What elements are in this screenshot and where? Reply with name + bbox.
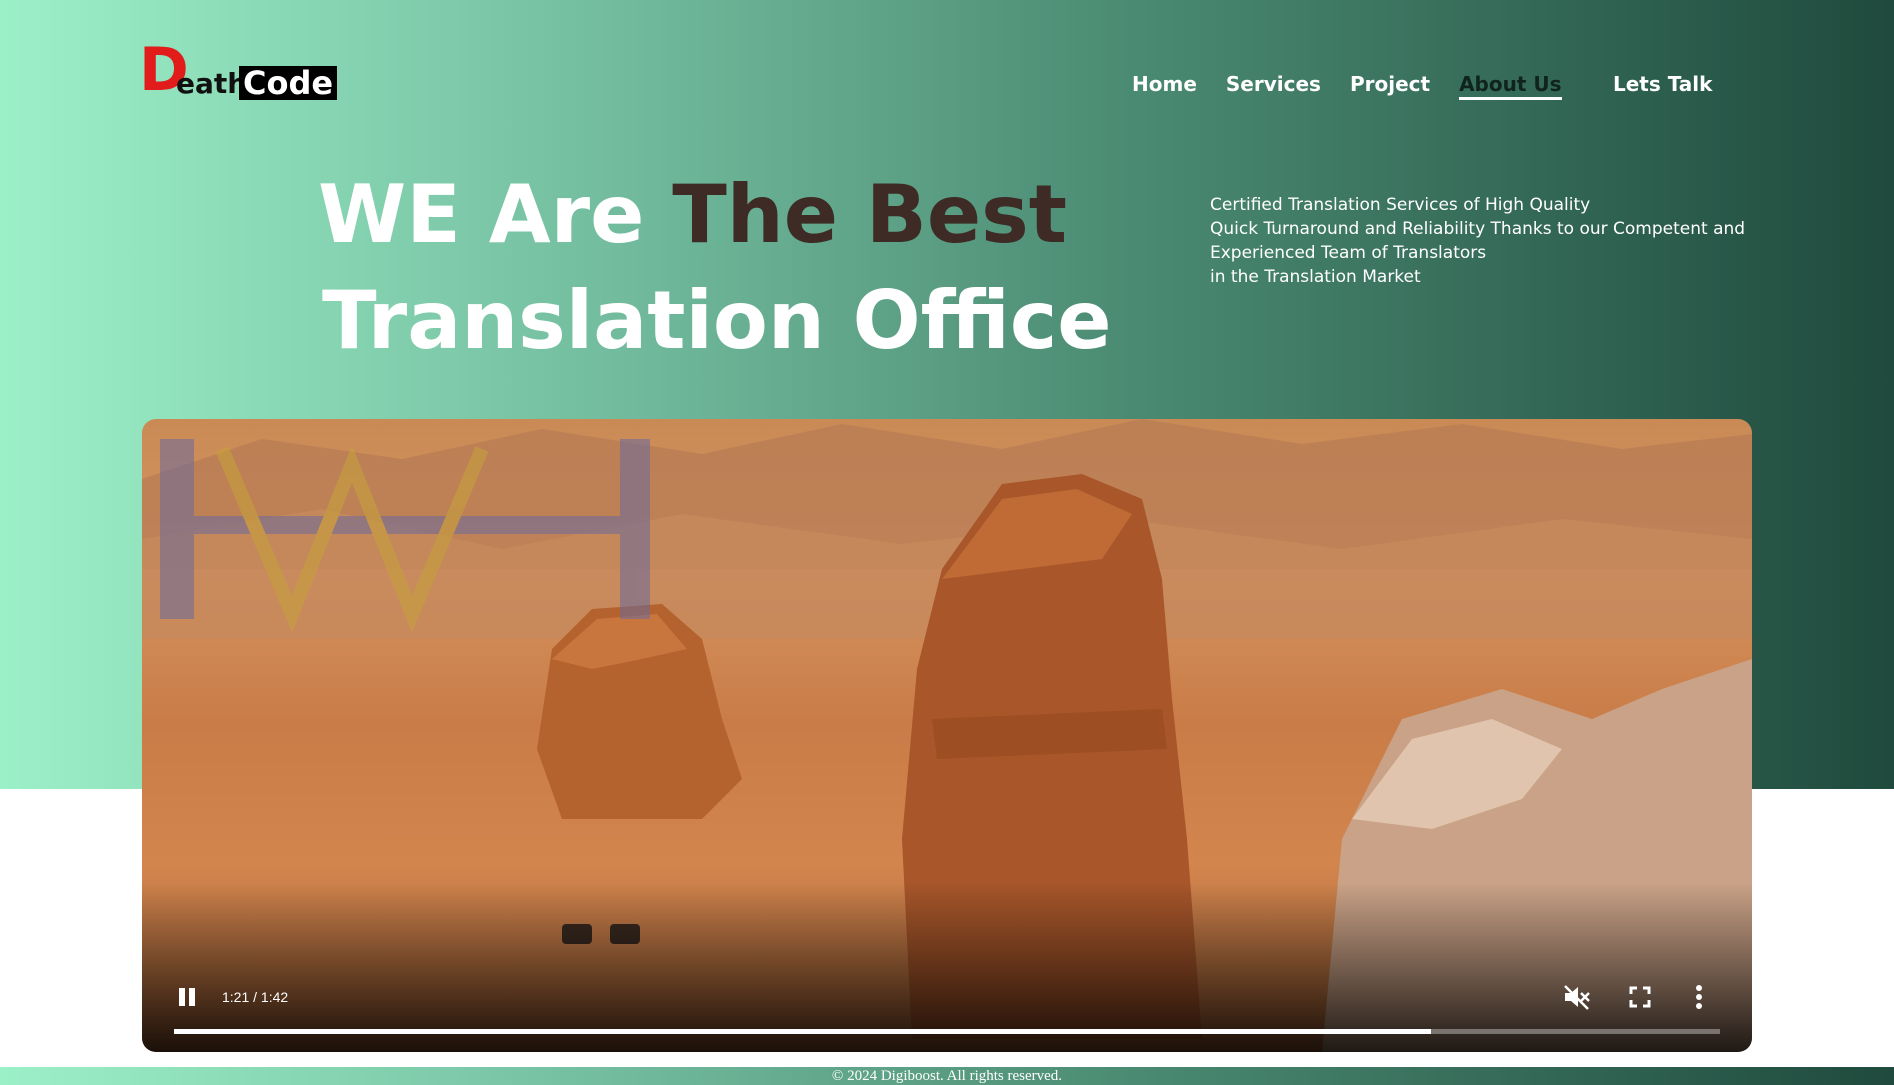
tagline-line: Quick Turnaround and Reliability Thanks … — [1210, 219, 1746, 239]
nav-services-link[interactable]: Services — [1226, 72, 1321, 100]
hero-headline: WE Are The Best Translation Office — [318, 162, 1112, 374]
logo-text-part2: Code — [239, 66, 338, 100]
logo[interactable]: D eath Code — [139, 40, 338, 106]
pause-icon[interactable] — [176, 986, 198, 1008]
volume-muted-icon[interactable] — [1563, 984, 1591, 1010]
hero-tagline: Certified Translation Services of High Q… — [1210, 193, 1750, 289]
video-player[interactable]: 1:21 / 1:42 — [142, 419, 1752, 1052]
footer-copyright: © 2024 Digiboost. All rights reserved. — [831, 1068, 1063, 1084]
tagline-line: Certified Translation Services of High Q… — [1210, 195, 1591, 215]
footer: © 2024 Digiboost. All rights reserved. — [0, 1067, 1894, 1085]
tagline-line: Experienced Team of Translators — [1210, 243, 1487, 263]
headline-part1: WE Are — [318, 168, 673, 261]
nav-project-link[interactable]: Project — [1350, 72, 1430, 100]
video-time: 1:21 / 1:42 — [222, 989, 289, 1005]
main-nav: Home Services Project About Us — [1132, 72, 1562, 100]
tagline-line: in the Translation Market — [1210, 267, 1421, 287]
headline-part2: The Best — [672, 168, 1067, 261]
headline-line2: Translation Office — [322, 274, 1112, 367]
more-vertical-icon[interactable] — [1696, 984, 1702, 1010]
lets-talk-button[interactable]: Lets Talk — [1613, 72, 1712, 96]
logo-text-part1: eath — [176, 67, 248, 100]
nav-about-us-link[interactable]: About Us — [1459, 72, 1562, 100]
video-progress-bar[interactable] — [174, 1029, 1720, 1034]
video-progress-fill — [174, 1029, 1431, 1034]
video-controls-shade — [142, 882, 1752, 1052]
nav-home-link[interactable]: Home — [1132, 72, 1197, 100]
fullscreen-icon[interactable] — [1629, 986, 1651, 1008]
